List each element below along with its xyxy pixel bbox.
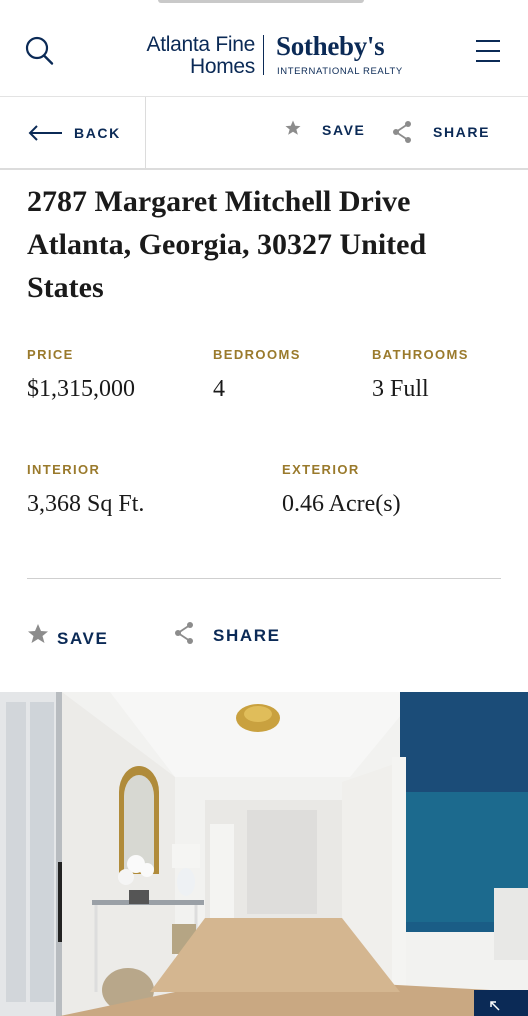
- fact-bathrooms-label: BATHROOMS: [372, 347, 469, 362]
- header-save-label: SAVE: [322, 122, 366, 138]
- fact-price-value: $1,315,000: [27, 376, 135, 402]
- fact-interior: INTERIOR 3,368 Sq Ft.: [27, 462, 144, 518]
- section-divider: [27, 578, 501, 579]
- share-icon: [175, 622, 193, 644]
- logo-line-1: Atlanta Fine: [146, 33, 256, 56]
- search-icon: [25, 36, 54, 65]
- fact-bathrooms: BATHROOMS 3 Full: [372, 347, 469, 403]
- logo-divider: [263, 35, 264, 75]
- fact-bathrooms-value: 3 Full: [372, 376, 429, 402]
- save-button[interactable]: SAVE: [26, 620, 126, 654]
- save-label: SAVE: [57, 629, 109, 648]
- listing-action-bar: BACK SAVE SHARE: [0, 97, 528, 170]
- address-line-2: Atlanta, Georgia, 30327 United: [27, 228, 427, 261]
- back-label: BACK: [74, 125, 121, 141]
- fact-exterior-value: 0.46 Acre(s): [282, 491, 401, 517]
- header-save-button[interactable]: SAVE: [282, 117, 372, 147]
- logo-brand: Sotheby's: [276, 31, 385, 61]
- star-icon: [285, 120, 301, 135]
- fact-interior-label: INTERIOR: [27, 462, 101, 477]
- fact-exterior-label: EXTERIOR: [282, 462, 360, 477]
- fact-exterior: EXTERIOR 0.46 Acre(s): [282, 462, 401, 518]
- fact-price: PRICE $1,315,000: [27, 347, 135, 403]
- address-line-3: States: [27, 271, 104, 304]
- header-share-label: SHARE: [433, 124, 491, 140]
- search-button[interactable]: [22, 34, 56, 68]
- site-header: Atlanta Fine Homes Sotheby's INTERNATION…: [0, 0, 528, 97]
- share-label: SHARE: [213, 626, 281, 645]
- expand-arrow-icon: [490, 1001, 500, 1011]
- arrow-left-icon: [28, 125, 62, 141]
- fact-bedrooms-value: 4: [213, 376, 225, 402]
- share-button[interactable]: SHARE: [172, 618, 302, 652]
- back-button[interactable]: BACK: [0, 97, 146, 168]
- fact-interior-value: 3,368 Sq Ft.: [27, 491, 145, 517]
- logo-company-name: Atlanta Fine Homes: [146, 33, 256, 78]
- share-icon: [393, 121, 411, 143]
- star-icon: [28, 624, 48, 643]
- fact-price-label: PRICE: [27, 347, 74, 362]
- header-share-button[interactable]: SHARE: [388, 117, 498, 147]
- listing-photo[interactable]: [0, 692, 528, 1016]
- logo-brand-sub: INTERNATIONAL REALTY: [277, 66, 403, 77]
- foyer-photo-illustration: [0, 692, 528, 1016]
- brand-logo[interactable]: Atlanta Fine Homes Sotheby's INTERNATION…: [136, 31, 406, 79]
- expand-photo-button[interactable]: [474, 990, 528, 1016]
- listing-address: 2787 Margaret Mitchell Drive Atlanta, Ge…: [27, 180, 497, 309]
- address-line-1: 2787 Margaret Mitchell Drive: [27, 185, 411, 218]
- fact-bedrooms-label: BEDROOMS: [213, 347, 301, 362]
- logo-line-2: Homes: [189, 55, 255, 78]
- menu-button[interactable]: [474, 38, 502, 64]
- fact-bedrooms: BEDROOMS 4: [213, 347, 301, 403]
